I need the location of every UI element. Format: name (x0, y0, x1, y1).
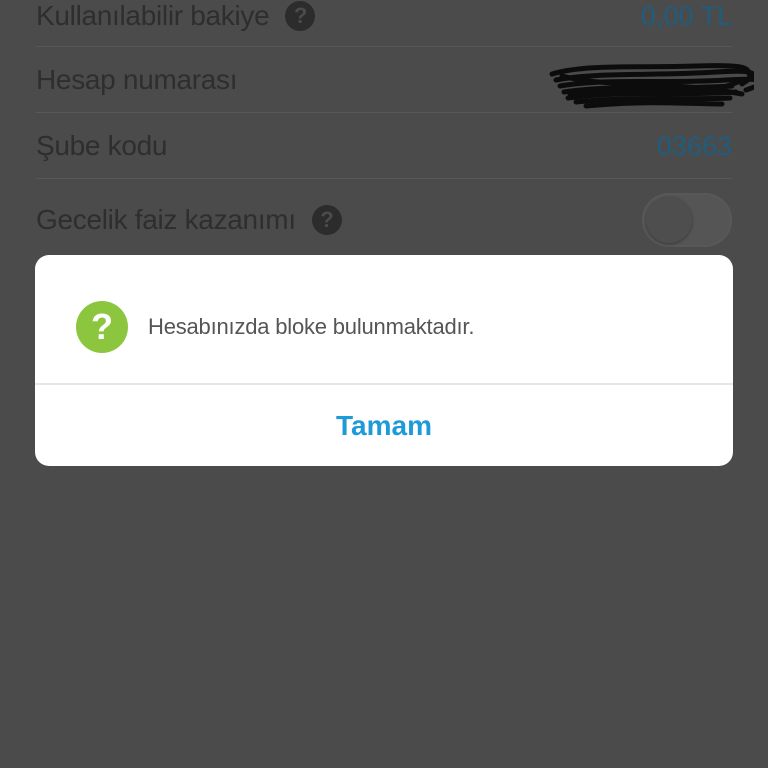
overnight-interest-row: Gecelik faiz kazanımı ? (36, 192, 732, 248)
divider (36, 46, 732, 47)
branch-code-label: Şube kodu (36, 130, 168, 161)
alert-message-row: ? Hesabınızda bloke bulunmaktadır. (76, 301, 474, 353)
toggle-knob (646, 197, 692, 243)
available-balance-row: Kullanılabilir bakiye ? 0,00 TL (36, 0, 732, 38)
question-circle-icon: ? (76, 301, 128, 353)
divider (36, 112, 732, 113)
branch-code-value: 03663 (656, 130, 732, 161)
help-icon[interactable]: ? (285, 1, 316, 31)
ok-button[interactable]: Tamam (35, 385, 733, 466)
alert-dialog: ? Hesabınızda bloke bulunmaktadır. Tamam (35, 255, 733, 466)
account-number-label: Hesap numarası (36, 64, 238, 95)
redaction-scribble (549, 63, 754, 109)
available-balance-value: 0,00 TL (640, 0, 732, 31)
help-icon[interactable]: ? (311, 205, 342, 235)
divider (36, 178, 732, 179)
overnight-interest-toggle[interactable] (642, 193, 732, 247)
overnight-interest-label: Gecelik faiz kazanımı ? (36, 204, 342, 236)
branch-code-row: Şube kodu 03663 (36, 124, 732, 168)
available-balance-label: Kullanılabilir bakiye ? (36, 0, 316, 32)
alert-message: Hesabınızda bloke bulunmaktadır. (148, 314, 475, 339)
